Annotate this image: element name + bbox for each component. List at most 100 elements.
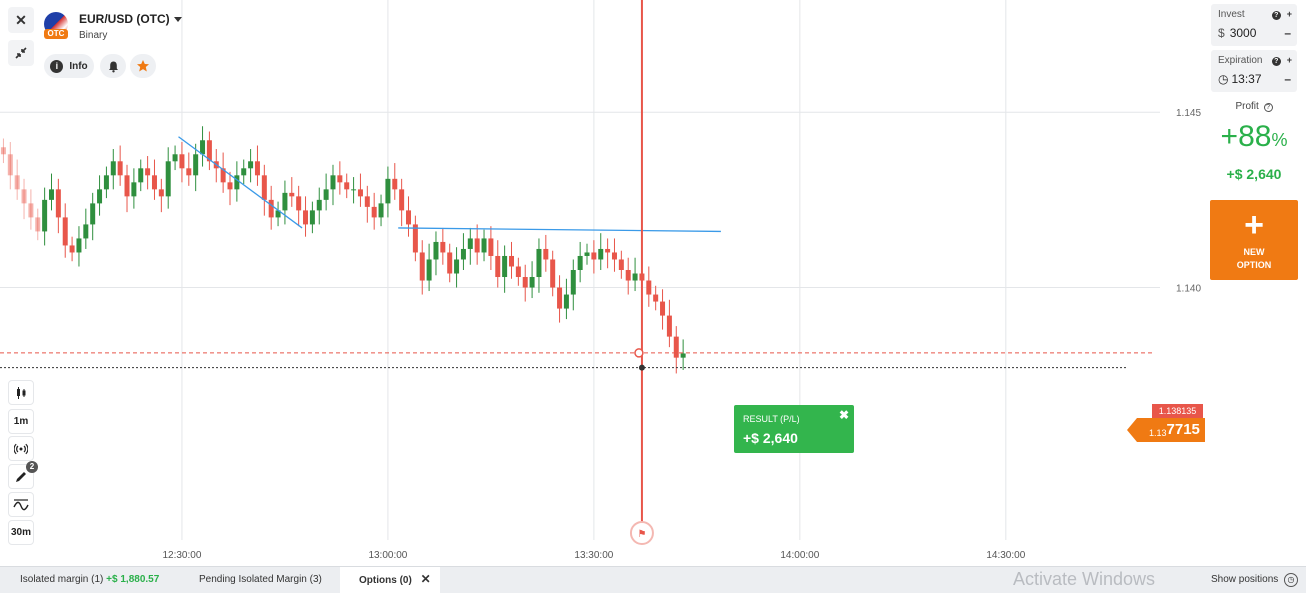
current-price-suffix: 7715 [1166,421,1200,438]
invest-plus-button[interactable]: + [1287,9,1292,19]
candle [55,178,61,234]
candle [69,236,75,262]
expiration-field[interactable]: Expiration ? + ◷ 13:37 – [1211,50,1297,92]
x-tick-label: 13:00:00 [368,550,407,561]
tab-isolated-margin[interactable]: Isolated margin (1) +$ 1,880.57 [0,567,182,593]
candle [680,339,686,370]
chart-type-button[interactable] [8,380,34,405]
expiration-help-icon[interactable]: ? [1271,57,1281,66]
candle-body [550,259,556,288]
candle [261,164,267,216]
candle-body [138,168,144,183]
tab-pending-isolated-margin[interactable]: Pending Isolated Margin (3) [182,567,340,593]
price-chart[interactable]: 12:30:00 13:00:00 13:30:00 14:00:00 14:30:00… [0,0,1306,566]
invest-help-icon[interactable]: ? [1271,11,1281,20]
candle [323,173,329,211]
expiration-minus-button[interactable]: – [1284,72,1291,86]
y-tick-label: 1.145 [1176,108,1201,119]
invest-minus-button[interactable]: – [1284,26,1291,40]
candle [447,243,453,283]
candle [28,189,34,230]
candle [611,238,617,272]
candle [165,147,171,209]
profit-percent-display: +88% [1211,120,1297,154]
candle [666,299,672,348]
candle [42,187,48,246]
pencil-icon [16,471,26,482]
candle [110,149,116,190]
tab-options[interactable]: Options (0) ✕ [340,567,440,593]
wave-tool-button[interactable] [8,492,34,517]
timeframe-button[interactable]: 1m [8,409,34,434]
otc-badge: OTC [44,29,68,39]
candle-body [330,175,336,190]
candle [186,152,192,186]
invest-value[interactable]: 3000 [1230,26,1257,40]
star-icon [137,60,149,72]
positions-bar: Isolated margin (1) +$ 1,880.57 Pending … [0,566,1306,593]
candle [536,238,542,293]
candle-body [35,217,41,232]
candle [131,168,137,209]
candle-body [508,255,514,267]
candle-body [392,178,398,190]
asset-name: EUR/USD (OTC) [79,12,170,26]
candle-body [371,206,377,218]
candle-body [625,270,631,281]
profit-info-icon[interactable]: ? [1263,103,1273,112]
candle [653,285,659,311]
x-tick-label: 14:30:00 [986,550,1025,561]
candle-body [14,175,20,190]
candle [467,227,473,265]
period-button[interactable]: 30m [8,520,34,545]
result-close-button[interactable]: ✖ [839,408,849,422]
candle-body [570,270,576,295]
close-chart-button[interactable]: ✕ [8,7,34,33]
show-positions-button[interactable]: Show positions [1211,567,1278,592]
show-positions-icon[interactable]: ◷ [1284,573,1298,587]
collapse-button[interactable] [8,40,34,66]
candle-body [536,248,542,278]
result-title: RESULT (P/L) [743,414,800,424]
new-option-button[interactable]: + NEW OPTION [1210,200,1298,280]
candle [14,159,20,200]
expiration-plus-button[interactable]: + [1287,55,1292,65]
drawing-tools-button[interactable]: 2 [8,461,38,489]
candle [660,289,666,330]
candle-body [316,199,322,211]
candle [97,175,103,216]
candle [275,201,281,227]
info-button[interactable]: i Info [44,54,94,78]
candle-body [151,175,157,190]
candle [563,278,569,320]
candle-body [90,203,96,225]
candle-body [76,238,82,253]
y-tick-label: 1.140 [1176,284,1201,295]
invest-field[interactable]: Invest ? + $3000 – [1211,4,1297,46]
asset-selector[interactable]: OTC EUR/USD (OTC) Binary [44,10,184,44]
candle [419,240,425,295]
candle-body [289,192,295,197]
candle-body [193,154,199,176]
open-price-tag: 1.138135 [1152,404,1203,418]
candle [344,173,350,199]
candle-body [385,178,391,204]
candle-body [605,248,611,253]
tab-options-close-icon[interactable]: ✕ [421,572,431,586]
tab-options-count: (0) [399,575,412,586]
broadcast-icon [14,443,28,454]
candle-body [515,266,521,278]
trading-app: 12:30:00 13:00:00 13:30:00 14:00:00 14:30:00… [0,0,1306,593]
candle-body [632,273,638,281]
candle [646,266,652,307]
candle-body [254,161,260,176]
candle [248,149,254,183]
favorite-button[interactable] [130,54,156,78]
candle-body [673,336,679,358]
expiration-value[interactable]: 13:37 [1231,72,1261,86]
candle [309,201,315,234]
info-icon: i [50,59,64,73]
candle-body [309,210,315,225]
indicators-button[interactable] [8,436,34,461]
alerts-button[interactable] [100,54,126,78]
